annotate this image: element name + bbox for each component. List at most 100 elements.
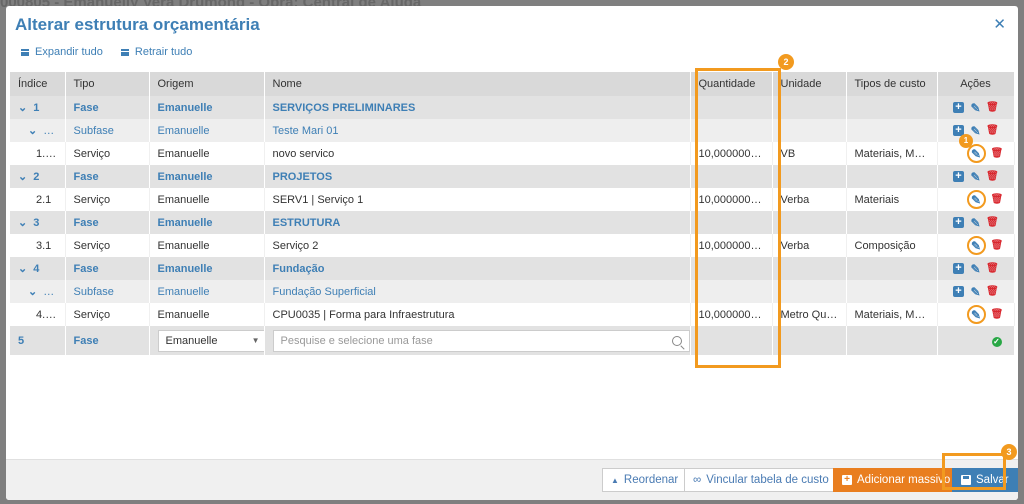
bulk-add-button[interactable]: + Adicionar massivo	[833, 468, 960, 492]
phase-search-input[interactable]	[280, 334, 661, 347]
origin-text: Emanuelle	[157, 239, 210, 252]
chevron-down-icon[interactable]: ⌄	[18, 262, 27, 275]
cell-unit: Metro Quad...	[772, 303, 847, 326]
table-row[interactable]: ⌄ 3 Fase Emanuelle ESTRUTURA + ✎ 🗑	[10, 211, 1015, 234]
add-icon[interactable]: +	[953, 263, 964, 274]
row-actions: ✎ 🗑	[946, 190, 1006, 209]
pencil-icon[interactable]: ✎	[971, 239, 982, 253]
table-row[interactable]: ⌄ 4 Fase Emanuelle Fundação + ✎ 🗑	[10, 257, 1015, 280]
add-icon[interactable]: +	[953, 171, 964, 182]
column-header-type[interactable]: Tipo	[65, 72, 150, 96]
table-row[interactable]: ⌄ 4.1 Subfase Emanuelle Fundação Superficial…	[10, 280, 1015, 303]
cell-index: 2.1	[10, 188, 66, 211]
save-button[interactable]: Salvar	[952, 468, 1018, 492]
column-header-index[interactable]: Índice	[10, 72, 66, 96]
row-actions: ✎ 🗑	[946, 144, 1006, 163]
origin-select[interactable]: Emanuelle ▼	[157, 329, 263, 352]
trash-icon[interactable]: 🗑	[986, 263, 999, 274]
check-icon[interactable]: ✓	[991, 336, 1002, 347]
trash-icon[interactable]: 🗑	[991, 309, 1004, 320]
plus-square-icon: +	[842, 475, 852, 485]
pencil-icon[interactable]: ✎	[970, 262, 981, 276]
pencil-icon[interactable]: ✎	[971, 308, 982, 322]
table-row[interactable]: ⌄ 1 Fase Emanuelle SERVIÇOS PRELIMINARES + ✎ 🗑	[10, 96, 1015, 119]
trash-icon[interactable]: 🗑	[986, 102, 999, 113]
add-icon[interactable]: +	[953, 102, 964, 113]
trash-icon[interactable]: 🗑	[991, 194, 1004, 205]
cell-actions: + ✎ 🗑	[937, 165, 1015, 188]
table-row[interactable]: ⌄ 2 Fase Emanuelle PROJETOS + ✎ 🗑	[10, 165, 1015, 188]
trash-icon[interactable]: 🗑	[986, 217, 999, 228]
reorder-button[interactable]: ▲ Reordenar	[602, 468, 688, 492]
column-header-name[interactable]: Nome	[264, 72, 691, 96]
link-cost-table-button[interactable]: ∞ Vincular tabela de custo	[684, 468, 838, 492]
collapse-all-button[interactable]: Retrair tudo	[120, 46, 192, 58]
name-text: ESTRUTURA	[272, 216, 341, 229]
cell-type: Subfase	[65, 119, 150, 142]
cell-quantity	[690, 119, 773, 142]
pencil-icon[interactable]: ✎	[970, 285, 981, 299]
table-row[interactable]: ⌄ 1.1 Subfase Emanuelle Teste Mari 01 + ✎ 🗑	[10, 119, 1015, 142]
new-row-unit	[772, 326, 847, 355]
chevron-down-icon[interactable]: ⌄	[28, 124, 37, 137]
pencil-icon[interactable]: ✎	[970, 124, 981, 138]
trash-icon[interactable]: 🗑	[986, 171, 999, 182]
type-text: Fase	[73, 216, 99, 229]
table-row[interactable]: 3.1 Serviço Emanuelle Serviço 2 10,000000000…	[10, 234, 1015, 257]
pencil-icon[interactable]: ✎	[970, 216, 981, 230]
index-text: 1.1.1	[36, 147, 61, 160]
pencil-icon[interactable]: ✎	[970, 101, 981, 115]
index-text: 3.1	[36, 239, 52, 252]
chevron-down-icon[interactable]: ⌄	[18, 101, 27, 114]
add-icon[interactable]: +	[953, 217, 964, 228]
column-header-cost-types[interactable]: Tipos de custo	[846, 72, 938, 96]
trash-icon[interactable]: 🗑	[991, 240, 1004, 251]
expand-all-label: Expandir tudo	[35, 46, 103, 58]
cell-index: ⌄ 3	[10, 211, 66, 234]
phase-search-box	[272, 329, 689, 352]
trash-icon[interactable]: 🗑	[986, 125, 999, 136]
link-icon: ∞	[693, 474, 702, 486]
column-header-quantity[interactable]: Quantidade	[690, 72, 773, 96]
cell-origin: Emanuelle	[149, 96, 265, 119]
name-text: Serviço 2	[272, 239, 319, 252]
add-icon[interactable]: +	[953, 286, 964, 297]
expand-all-button[interactable]: Expandir tudo	[21, 46, 103, 58]
cell-quantity	[690, 165, 773, 188]
trash-icon[interactable]: 🗑	[986, 286, 999, 297]
cell-origin: Emanuelle	[149, 257, 265, 280]
chevron-down-icon[interactable]: ⌄	[18, 216, 27, 229]
cell-name: Fundação Superficial	[264, 280, 691, 303]
pencil-icon[interactable]: ✎	[971, 147, 982, 161]
edit-highlight-ring: ✎	[966, 236, 986, 255]
table-row[interactable]: 1.1.1 Serviço Emanuelle novo servico 10,0000…	[10, 142, 1015, 165]
search-icon[interactable]	[671, 335, 682, 346]
chevron-down-icon[interactable]: ⌄	[18, 170, 27, 183]
pencil-icon[interactable]: ✎	[970, 170, 981, 184]
budget-structure-modal: Alterar estrutura orçamentária ✕ Expandi…	[6, 6, 1018, 500]
row-actions: + ✎ 🗑	[946, 216, 1006, 230]
trash-icon[interactable]: 🗑	[991, 148, 1004, 159]
origin-text: Emanuelle	[157, 101, 213, 114]
table-row[interactable]: 2.1 Serviço Emanuelle SERV1 | Serviço 1 10,0…	[10, 188, 1015, 211]
column-header-unit[interactable]: Unidade	[772, 72, 847, 96]
column-header-origin[interactable]: Origem	[149, 72, 265, 96]
cell-unit	[772, 280, 847, 303]
unit-text: VB	[780, 147, 796, 160]
close-icon[interactable]: ✕	[993, 15, 1006, 33]
origin-select-value: Emanuelle	[165, 334, 218, 347]
chevron-down-icon[interactable]: ⌄	[28, 285, 37, 298]
cell-origin: Emanuelle	[149, 188, 265, 211]
cell-cost-types: Materiais	[846, 188, 938, 211]
table-row[interactable]: 4.1.1 Serviço Emanuelle CPU0035 | Forma par…	[10, 303, 1015, 326]
cell-cost-types	[846, 257, 938, 280]
cell-index: ⌄ 4.1	[10, 280, 66, 303]
new-row-quantity	[690, 326, 773, 355]
cell-type: Fase	[65, 211, 150, 234]
cell-origin: Emanuelle	[149, 165, 265, 188]
unit-text: Verba	[780, 193, 810, 206]
name-text: Fundação	[272, 262, 325, 275]
cell-cost-types	[846, 119, 938, 142]
cost-types-text: Materiais, Mão ...	[854, 147, 937, 160]
pencil-icon[interactable]: ✎	[971, 193, 982, 207]
